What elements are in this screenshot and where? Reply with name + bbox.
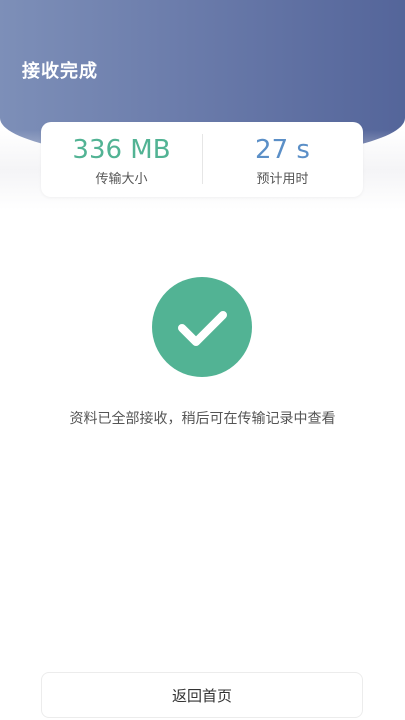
transfer-size-label: 传输大小 <box>95 172 148 187</box>
estimated-time-label: 预计用时 <box>256 172 309 187</box>
estimated-time-value: 27 s <box>255 135 310 165</box>
page-title: 接收完成 <box>22 61 98 82</box>
estimated-time-stat: 27 s 预计用时 <box>202 122 363 187</box>
back-to-home-button[interactable]: 返回首页 <box>41 672 363 718</box>
success-badge <box>152 277 252 377</box>
transfer-size-value: 336 MB <box>72 135 171 165</box>
transfer-size-stat: 336 MB 传输大小 <box>41 122 202 187</box>
completion-message: 资料已全部接收，稍后可在传输记录中查看 <box>69 411 336 427</box>
checkmark-icon <box>178 311 227 346</box>
transfer-stats-card: 336 MB 传输大小 27 s 预计用时 <box>41 122 363 197</box>
